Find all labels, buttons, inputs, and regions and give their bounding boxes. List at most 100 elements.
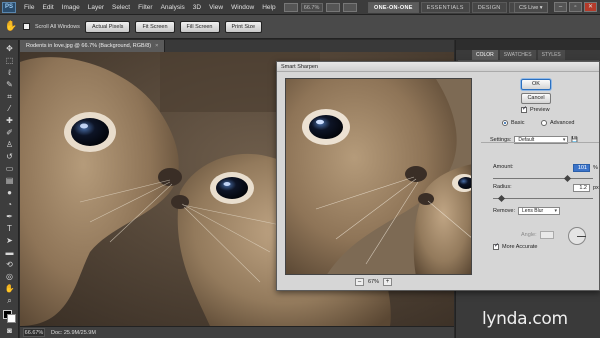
close-button[interactable]: ✕: [584, 2, 597, 12]
scroll-all-label: Scroll All Windows: [35, 23, 80, 30]
workspace-one-on-one[interactable]: ONE-ON-ONE: [368, 2, 419, 13]
radius-input[interactable]: 1.2: [573, 184, 590, 192]
tab-swatches[interactable]: SWATCHES: [499, 50, 536, 60]
pen-tool-icon[interactable]: ✒: [3, 212, 16, 222]
healing-brush-tool-icon[interactable]: ✚: [3, 116, 16, 126]
document-tab[interactable]: Rodents in love.jpg @ 66.7% (Background,…: [20, 40, 166, 52]
close-tab-icon[interactable]: ×: [155, 43, 158, 49]
hand-icon[interactable]: ✋: [4, 20, 18, 34]
dock-header[interactable]: [456, 40, 600, 50]
zoom-out-button[interactable]: –: [355, 278, 364, 286]
preview-checkbox[interactable]: [521, 105, 527, 113]
actual-pixels-button[interactable]: Actual Pixels: [84, 20, 131, 33]
print-size-button[interactable]: Print Size: [224, 20, 263, 33]
tab-styles[interactable]: STYLES: [537, 50, 565, 60]
menu-file[interactable]: File: [20, 4, 38, 11]
radius-field-row: 1.2 px: [573, 184, 599, 192]
advanced-label: Advanced: [550, 120, 575, 126]
photoshop-logo: PS: [2, 1, 16, 13]
preview-option: Preview: [521, 105, 550, 113]
menu-view[interactable]: View: [205, 4, 227, 11]
menu-3d[interactable]: 3D: [189, 4, 205, 11]
arrange-documents-button[interactable]: [325, 2, 340, 12]
screen-mode-button[interactable]: [342, 2, 357, 12]
workspace-essentials[interactable]: ESSENTIALS: [420, 2, 470, 13]
app-bar-controls: 66.7%: [283, 2, 357, 12]
hand-tool-icon[interactable]: ✋: [3, 284, 16, 294]
lasso-tool-icon[interactable]: ℓ: [3, 68, 16, 78]
angle-row: Angle:: [521, 231, 554, 239]
zoom-tool-icon[interactable]: ⌕: [3, 296, 16, 306]
amount-row: Amount:: [493, 164, 513, 170]
menu-image[interactable]: Image: [58, 4, 84, 11]
window-controls: – ▫ ✕: [554, 2, 597, 12]
menu-filter[interactable]: Filter: [134, 4, 156, 11]
marquee-tool-icon[interactable]: ⬚: [3, 56, 16, 66]
shape-tool-icon[interactable]: ▬: [3, 248, 16, 258]
workspace-design[interactable]: DESIGN: [471, 2, 507, 13]
tab-color[interactable]: COLOR: [472, 50, 498, 60]
fill-screen-button[interactable]: Fill Screen: [179, 20, 220, 33]
path-select-tool-icon[interactable]: ➤: [3, 236, 16, 246]
radius-slider-track[interactable]: [493, 198, 593, 199]
amount-label: Amount:: [493, 164, 514, 170]
document-size-info[interactable]: Doc: 25.9M/25.9M: [51, 330, 96, 336]
type-tool-icon[interactable]: T: [3, 224, 16, 234]
workspace-switcher: ONE-ON-ONE ESSENTIALS DESIGN »: [368, 2, 524, 13]
cs-live-button[interactable]: CS Live ▾: [514, 2, 548, 13]
quick-select-tool-icon[interactable]: ✎: [3, 80, 16, 90]
menu-analysis[interactable]: Analysis: [157, 4, 189, 11]
3d-orbit-tool-icon[interactable]: ◎: [3, 272, 16, 282]
status-bar: 66.67% Doc: 25.9M/25.9M: [20, 326, 454, 338]
amount-slider-track[interactable]: [493, 178, 593, 179]
filter-preview[interactable]: [285, 78, 472, 275]
zoom-in-button[interactable]: +: [383, 278, 393, 286]
history-brush-tool-icon[interactable]: ↺: [3, 152, 16, 162]
lynda-logo-text: lynda.com: [482, 309, 568, 329]
blur-tool-icon[interactable]: ●: [3, 188, 16, 198]
eyedropper-tool-icon[interactable]: ⁄: [3, 104, 16, 114]
bridge-button[interactable]: [283, 2, 298, 12]
mode-advanced-option: Advanced: [541, 120, 574, 126]
angle-dial[interactable]: [568, 227, 586, 245]
scroll-all-checkbox[interactable]: [23, 23, 30, 30]
brush-tool-icon[interactable]: ✐: [3, 128, 16, 138]
preview-image: [286, 79, 471, 274]
background-color-swatch[interactable]: [7, 314, 16, 323]
gradient-tool-icon[interactable]: ▤: [3, 176, 16, 186]
tools-panel: ✥ ⬚ ℓ ✎ ⌗ ⁄ ✚ ✐ ♙ ↺ ▭ ▤ ● ◔ ✒ T ➤ ▬ ⟲ ◎ …: [0, 40, 19, 338]
preview-label: Preview: [530, 107, 550, 113]
document-zoom-field[interactable]: 66.67%: [23, 328, 45, 337]
more-accurate-checkbox[interactable]: [493, 242, 499, 250]
move-tool-icon[interactable]: ✥: [3, 44, 16, 54]
3d-rotate-tool-icon[interactable]: ⟲: [3, 260, 16, 270]
menu-layer[interactable]: Layer: [84, 4, 108, 11]
amount-field-row: 101 %: [573, 164, 598, 172]
eraser-tool-icon[interactable]: ▭: [3, 164, 16, 174]
minimize-button[interactable]: –: [554, 2, 567, 12]
mode-basic-option: Basic: [502, 120, 524, 126]
app-zoom-level[interactable]: 66.7%: [300, 2, 323, 12]
dodge-tool-icon[interactable]: ◔: [3, 200, 16, 210]
amount-input[interactable]: 101: [573, 164, 590, 172]
amount-unit: %: [593, 165, 598, 171]
clone-stamp-tool-icon[interactable]: ♙: [3, 140, 16, 150]
remove-select[interactable]: Lens Blur: [518, 207, 561, 215]
radius-slider-handle[interactable]: [497, 194, 506, 203]
menu-window[interactable]: Window: [227, 4, 258, 11]
amount-slider-handle[interactable]: [563, 174, 572, 183]
menu-select[interactable]: Select: [108, 4, 134, 11]
menu-help[interactable]: Help: [258, 4, 279, 11]
menu-edit[interactable]: Edit: [38, 4, 57, 11]
ok-button[interactable]: OK: [521, 79, 551, 90]
restore-button[interactable]: ▫: [569, 2, 582, 12]
advanced-radio[interactable]: [541, 120, 547, 126]
crop-tool-icon[interactable]: ⌗: [3, 92, 16, 102]
cancel-button[interactable]: Cancel: [521, 93, 551, 104]
fit-screen-button[interactable]: Fit Screen: [135, 20, 175, 33]
dialog-title[interactable]: Smart Sharpen: [277, 62, 599, 72]
angle-input[interactable]: [539, 231, 554, 239]
basic-radio[interactable]: [502, 120, 508, 126]
radius-row: Radius:: [493, 184, 512, 190]
quick-mask-icon[interactable]: ◙: [3, 326, 16, 336]
